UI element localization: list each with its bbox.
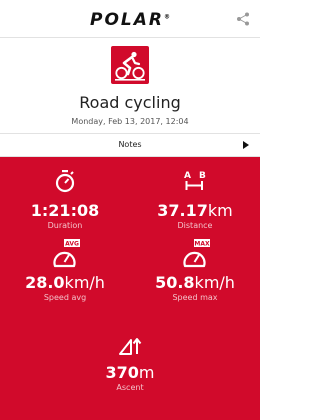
session-date: Monday, Feb 13, 2017, 12:04 <box>71 117 189 126</box>
stats-panel: 1:21:08 Duration A B 37.17km Distance AV… <box>0 157 260 420</box>
ascent-label: Ascent <box>116 383 144 392</box>
road-cycling-icon <box>111 46 149 84</box>
speed-avg-stat: AVG 28.0km/h Speed avg <box>0 239 130 302</box>
ascent-value: 370m <box>105 363 155 382</box>
speed-max-label: Speed max <box>172 293 218 302</box>
stopwatch-icon <box>55 170 75 193</box>
speedometer-max-icon: MAX <box>183 239 210 268</box>
distance-value: 37.17km <box>157 201 233 220</box>
polar-logo: POLAR® <box>90 10 170 30</box>
svg-text:AVG: AVG <box>65 241 79 248</box>
duration-value: 1:21:08 <box>30 201 100 220</box>
speed-avg-value: 28.0km/h <box>25 273 105 292</box>
app-header: POLAR® <box>0 0 260 38</box>
distance-a-b-icon: A B <box>184 171 206 190</box>
svg-text:MAX: MAX <box>194 241 210 248</box>
ascent-icon <box>119 338 142 355</box>
notes-row[interactable]: Notes <box>0 133 260 157</box>
sport-name: Road cycling <box>79 93 181 112</box>
notes-label: Notes <box>118 140 142 149</box>
ascent-stat: 370m Ascent <box>65 335 195 392</box>
speed-max-stat: MAX 50.8km/h Speed max <box>130 239 260 302</box>
speed-max-value: 50.8km/h <box>155 273 235 292</box>
distance-label: Distance <box>177 221 213 230</box>
svg-text:A: A <box>184 171 191 181</box>
play-arrow-icon <box>243 141 249 149</box>
duration-stat: 1:21:08 Duration <box>0 169 130 230</box>
session-summary: Road cycling Monday, Feb 13, 2017, 12:04 <box>0 38 260 133</box>
speedometer-avg-icon: AVG <box>53 239 80 268</box>
svg-text:B: B <box>199 171 206 181</box>
distance-stat: A B 37.17km Distance <box>130 169 260 230</box>
speed-avg-label: Speed avg <box>43 293 87 302</box>
share-icon[interactable] <box>236 12 250 26</box>
duration-label: Duration <box>47 221 83 230</box>
